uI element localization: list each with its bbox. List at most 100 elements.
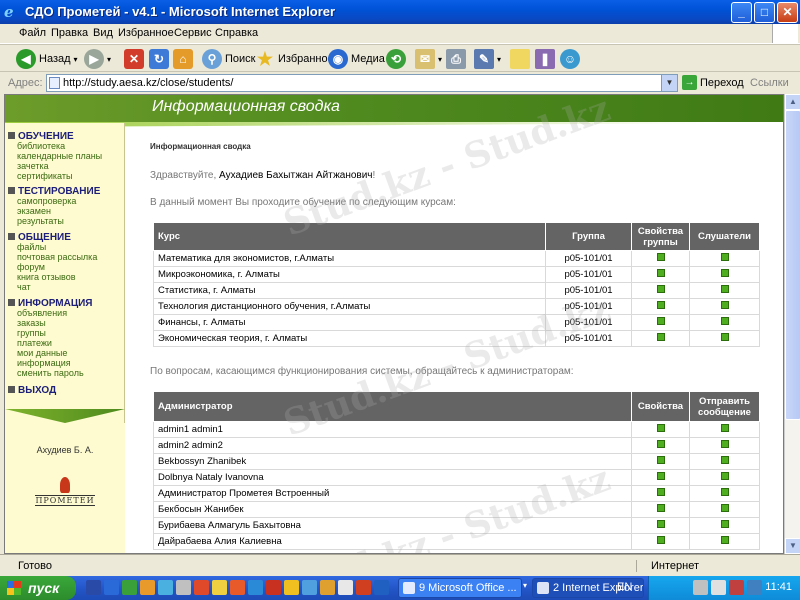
- menu-help[interactable]: Справка: [215, 27, 258, 39]
- quicklaunch-icon[interactable]: [338, 580, 353, 595]
- admin-props-icon[interactable]: [656, 536, 665, 544]
- mail-button[interactable]: ✉ ▾: [415, 48, 442, 70]
- search-button[interactable]: ⚲ Поиск: [202, 48, 255, 70]
- listeners-icon[interactable]: [720, 253, 729, 261]
- chevron-down-icon[interactable]: ▼: [661, 75, 677, 91]
- listeners-icon[interactable]: [720, 333, 729, 341]
- media-button[interactable]: ◉ Медиа: [328, 48, 385, 70]
- close-button[interactable]: ✕: [777, 2, 798, 23]
- favorites-button[interactable]: ★ Избранное: [255, 48, 334, 70]
- tray-icon[interactable]: [693, 580, 708, 595]
- quicklaunch-icon[interactable]: [212, 580, 227, 595]
- listeners-icon[interactable]: [720, 301, 729, 309]
- word-icon[interactable]: [104, 580, 119, 595]
- sidebar-item-mailing[interactable]: почтовая рассылка: [17, 252, 97, 262]
- sidebar-item-information[interactable]: информация: [17, 358, 71, 368]
- quicklaunch-icon[interactable]: [302, 580, 317, 595]
- sidebar-item-certificates[interactable]: сертификаты: [17, 171, 72, 181]
- sidebar-item-library[interactable]: библиотека: [17, 141, 65, 151]
- language-indicator[interactable]: EN: [617, 581, 632, 593]
- quicklaunch-icon[interactable]: [374, 580, 389, 595]
- quicklaunch-icon[interactable]: [284, 580, 299, 595]
- go-button[interactable]: → Переход: [682, 75, 744, 90]
- research-button[interactable]: ❚: [535, 48, 555, 70]
- chevron-down-icon[interactable]: ▾: [523, 581, 527, 590]
- links-button[interactable]: Ссылки: [750, 77, 789, 89]
- group-props-icon[interactable]: [656, 333, 665, 341]
- menu-view[interactable]: Вид: [93, 27, 113, 39]
- messenger-button[interactable]: ☺: [560, 48, 580, 70]
- send-message-icon[interactable]: [720, 520, 729, 528]
- forward-button[interactable]: ▶ ▾: [84, 48, 111, 70]
- send-message-icon[interactable]: [720, 472, 729, 480]
- sidebar-item-announcements[interactable]: объявления: [17, 308, 67, 318]
- maximize-button[interactable]: □: [754, 2, 775, 23]
- send-message-icon[interactable]: [720, 440, 729, 448]
- admin-props-icon[interactable]: [656, 504, 665, 512]
- sidebar-item-selfcheck[interactable]: самопроверка: [17, 196, 76, 206]
- sidebar-item-groups[interactable]: группы: [17, 328, 46, 338]
- course-name[interactable]: Финансы, г. Алматы: [153, 314, 546, 331]
- course-name[interactable]: Технология дистанционного обучения, г.Ал…: [153, 298, 546, 315]
- group-props-icon[interactable]: [656, 301, 665, 309]
- course-name[interactable]: Математика для экономистов, г.Алматы: [153, 250, 546, 267]
- sidebar-section-logout[interactable]: ВЫХОД: [8, 385, 56, 396]
- taskbar-item-office[interactable]: 9 Microsoft Office ...: [398, 578, 522, 598]
- quicklaunch-icon[interactable]: [248, 580, 263, 595]
- edit-button[interactable]: ✎ ▾: [474, 48, 501, 70]
- quicklaunch-icon[interactable]: [140, 580, 155, 595]
- send-message-icon[interactable]: [720, 536, 729, 544]
- sidebar-item-payments[interactable]: платежи: [17, 338, 52, 348]
- group-props-icon[interactable]: [656, 253, 665, 261]
- menu-file[interactable]: Файл: [19, 27, 46, 39]
- menu-favorites[interactable]: Избранное: [118, 27, 174, 39]
- admin-props-icon[interactable]: [656, 456, 665, 464]
- admin-props-icon[interactable]: [656, 424, 665, 432]
- quicklaunch-icon[interactable]: [230, 580, 245, 595]
- send-message-icon[interactable]: [720, 504, 729, 512]
- group-props-icon[interactable]: [656, 285, 665, 293]
- tray-icon[interactable]: [747, 580, 762, 595]
- home-button[interactable]: ⌂: [173, 48, 193, 70]
- excel-icon[interactable]: [122, 580, 137, 595]
- scroll-down-icon[interactable]: ▼: [785, 538, 800, 554]
- admin-props-icon[interactable]: [656, 488, 665, 496]
- sidebar-item-calendar[interactable]: календарные планы: [17, 151, 102, 161]
- back-button[interactable]: ◀ Назад ▾: [16, 48, 78, 70]
- admin-props-icon[interactable]: [656, 472, 665, 480]
- tray-icon[interactable]: [711, 580, 726, 595]
- send-message-icon[interactable]: [720, 488, 729, 496]
- listeners-icon[interactable]: [720, 269, 729, 277]
- history-button[interactable]: ⟲: [386, 48, 406, 70]
- quicklaunch-icon[interactable]: [194, 580, 209, 595]
- print-button[interactable]: ⎙: [446, 48, 466, 70]
- group-props-icon[interactable]: [656, 269, 665, 277]
- group-props-icon[interactable]: [656, 317, 665, 325]
- scroll-up-icon[interactable]: ▲: [785, 94, 800, 110]
- sidebar-item-change-password[interactable]: сменить пароль: [17, 368, 84, 378]
- sidebar-item-guestbook[interactable]: книга отзывов: [17, 272, 76, 282]
- admin-props-icon[interactable]: [656, 520, 665, 528]
- course-name[interactable]: Микроэкономика, г. Алматы: [153, 266, 546, 283]
- tray-icon[interactable]: [729, 580, 744, 595]
- menu-tools[interactable]: Сервис: [174, 27, 212, 39]
- sidebar-item-chat[interactable]: чат: [17, 282, 31, 292]
- sidebar-item-gradebook[interactable]: зачетка: [17, 161, 49, 171]
- refresh-button[interactable]: ↻: [149, 48, 169, 70]
- listeners-icon[interactable]: [720, 317, 729, 325]
- start-button[interactable]: пуск: [0, 576, 76, 600]
- quicklaunch-icon[interactable]: [320, 580, 335, 595]
- address-input[interactable]: http://study.aesa.kz/close/students/ ▼: [46, 74, 678, 92]
- course-name[interactable]: Статистика, г. Алматы: [153, 282, 546, 299]
- sidebar-item-orders[interactable]: заказы: [17, 318, 46, 328]
- quicklaunch-icon[interactable]: [86, 580, 101, 595]
- send-message-icon[interactable]: [720, 456, 729, 464]
- sidebar-item-exam[interactable]: экзамен: [17, 206, 51, 216]
- ie-icon[interactable]: [158, 580, 173, 595]
- listeners-icon[interactable]: [720, 285, 729, 293]
- menu-edit[interactable]: Правка: [51, 27, 88, 39]
- sidebar-item-files[interactable]: файлы: [17, 242, 46, 252]
- sidebar-item-results[interactable]: результаты: [17, 216, 64, 226]
- send-message-icon[interactable]: [720, 424, 729, 432]
- title-bar[interactable]: e СДО Прометей - v4.1 - Microsoft Intern…: [0, 0, 800, 24]
